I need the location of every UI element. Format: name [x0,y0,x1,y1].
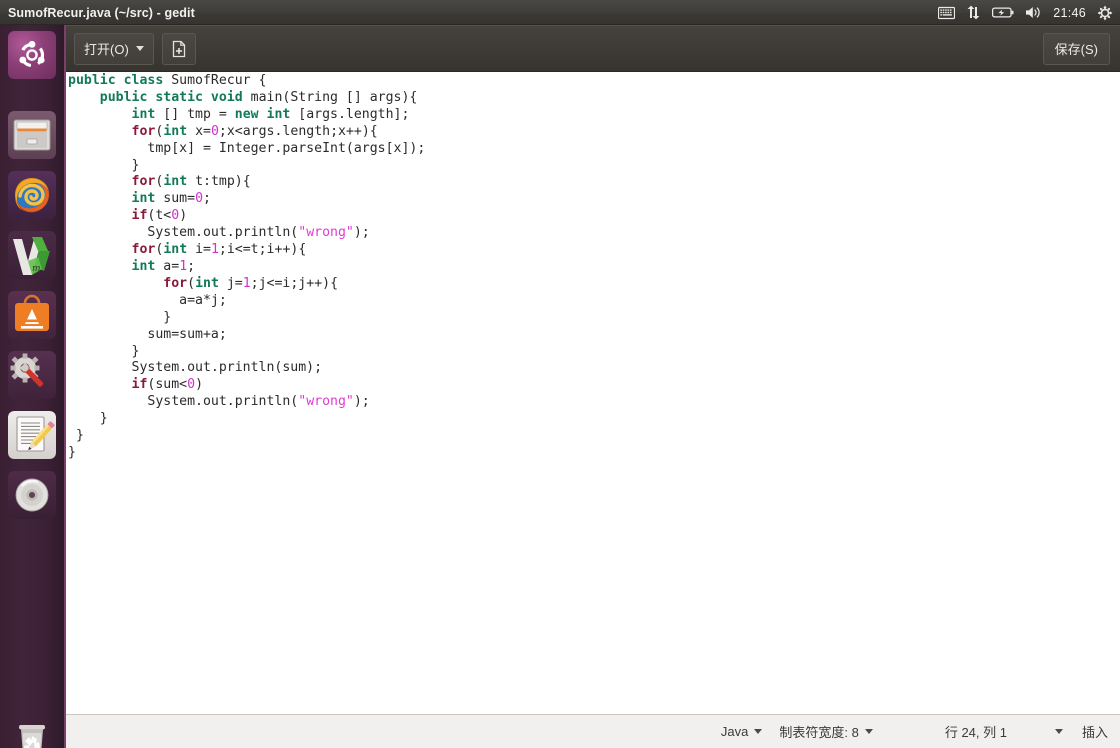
launcher-item-software-center[interactable] [8,291,56,339]
cursor-position[interactable]: 行 24, 列 1 [945,722,1063,741]
launcher-item-trash[interactable] [8,715,56,748]
code-line: if(t<0) [131,208,188,224]
launcher-item-wps[interactable]: m [8,231,56,279]
kingsoft-icon: m [13,237,50,275]
software-center-icon [15,294,49,331]
code-line: System.out.println(sum); [68,360,323,376]
volume-icon[interactable] [1025,5,1042,20]
launcher-item-firefox[interactable] [8,171,56,219]
chevron-down-icon [754,729,763,734]
code-line: a=a*j; [68,292,227,308]
system-settings-icon [10,353,44,387]
code-line: } [68,343,140,359]
gedit-statusbar: Java 制表符宽度: 8 行 24, 列 1 插入 [64,714,1120,748]
desktop-root: SumofRecur.java (~/src) - gedit 21:46 m … [0,0,1120,748]
editor-area[interactable]: public class SumofRecur { public static … [64,72,1120,714]
launcher-item-files[interactable] [8,111,56,159]
code-line: } [68,444,76,460]
language-label: Java [720,724,749,739]
code-line: for(int j=1;j<=i;j++){ [163,275,339,291]
code-line: tmp[x] = Integer.parseInt(args[x]); [68,140,426,156]
session-gear-icon[interactable] [1097,5,1113,21]
ubuntu-dash-icon [19,40,45,68]
tab-width-selector[interactable]: 制表符宽度: 8 [779,722,873,741]
code-line: } [68,411,108,427]
code-line: for(int t:tmp){ [131,174,251,190]
unity-launcher: m [0,25,65,748]
insert-mode[interactable]: 插入 [1082,722,1108,741]
insert-mode-label: 插入 [1081,725,1108,740]
keyboard-icon[interactable] [938,6,956,20]
chevron-down-icon [135,46,144,51]
language-selector[interactable]: Java [720,724,763,739]
code-line: } [68,428,84,444]
code-text[interactable]: public class SumofRecur { public static … [68,73,1120,714]
trash-icon [19,725,45,748]
code-line: } [68,157,140,173]
files-icon [13,119,51,151]
gedit-window: 打开(O) 保存(S) public class SumofRecur {pu… [64,25,1120,748]
top-panel: SumofRecur.java (~/src) - gedit 21:46 [0,0,1120,25]
code-line: for(int i=1;i<=t;i++){ [131,242,307,258]
code-line: for(int x=0;x<args.length;x++){ [131,123,378,139]
code-line: sum=sum+a; [68,326,227,342]
launcher-item-system-settings[interactable] [8,351,56,399]
window-title: SumofRecur.java (~/src) - gedit [8,5,195,20]
code-line: int [] tmp = new int [args.length]; [131,106,410,122]
gedit-icon [16,416,55,452]
clock[interactable]: 21:46 [1053,6,1086,20]
open-button-label: 打开(O) [84,42,129,57]
cursor-position-label: 行 24, 列 1 [944,725,1007,740]
chevron-down-icon [864,729,873,734]
code-line: int sum=0; [131,191,211,207]
code-line: public static void main(String [] args){ [99,89,418,105]
code-line: if(sum<0) [131,377,204,393]
code-line: System.out.println("wrong"); [68,225,370,241]
save-button[interactable]: 保存(S) [1042,32,1110,65]
svg-text:m: m [32,264,41,274]
firefox-icon [14,177,50,213]
new-document-button[interactable] [161,32,196,65]
battery-icon[interactable] [992,6,1014,19]
code-line: } [68,309,172,325]
system-tray: 21:46 [938,5,1120,21]
open-button[interactable]: 打开(O) [74,32,154,65]
code-line: public class SumofRecur { [68,73,267,88]
gedit-toolbar: 打开(O) 保存(S) [64,25,1120,72]
launcher-window-edge [64,25,66,748]
launcher-item-disc[interactable] [8,471,56,519]
network-icon[interactable] [966,5,981,20]
chevron-down-icon [1054,729,1063,734]
new-document-icon [172,40,185,57]
disc-icon [15,478,49,512]
launcher-item-ubuntu-dash[interactable] [8,31,56,79]
tab-width-label: 制表符宽度: 8 [779,725,859,740]
save-button-label: 保存(S) [1054,42,1098,57]
launcher-item-gedit[interactable] [8,411,56,459]
code-line: System.out.println("wrong"); [68,394,370,410]
code-line: int a=1; [131,258,196,274]
